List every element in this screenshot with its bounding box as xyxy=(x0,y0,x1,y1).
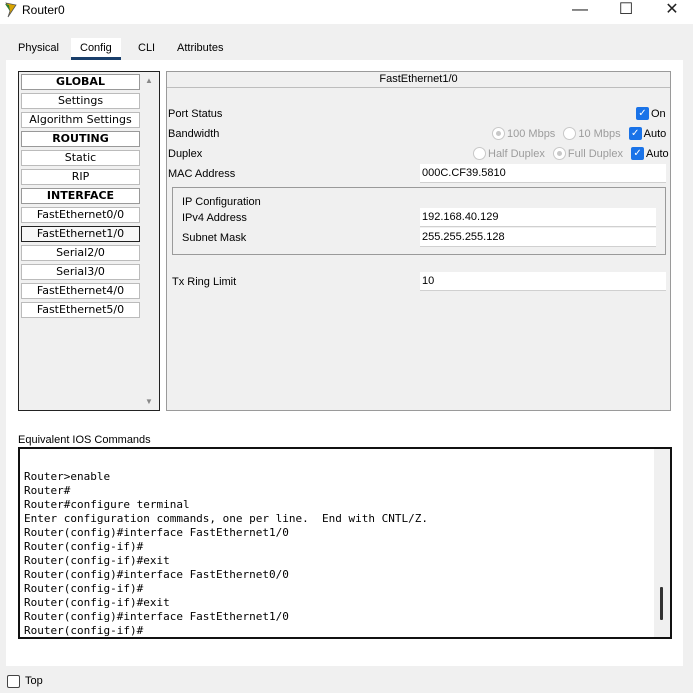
panel-title: FastEthernet1/0 xyxy=(167,72,670,88)
bandwidth-auto-checkbox[interactable]: ✓ xyxy=(628,127,642,140)
ios-commands-label: Equivalent IOS Commands xyxy=(18,434,151,446)
console-line: Router# xyxy=(24,484,71,497)
mac-address-label: MAC Address xyxy=(168,168,236,180)
tab-physical[interactable]: Physical xyxy=(9,38,68,60)
half-duplex-label: Half Duplex xyxy=(488,147,545,160)
ios-commands-console[interactable]: Router>enable Router# Router#configure t… xyxy=(18,447,672,639)
scroll-up-icon[interactable]: ▲ xyxy=(145,76,153,85)
half-duplex-radio[interactable] xyxy=(473,147,486,160)
nav-item-settings[interactable]: Settings xyxy=(21,93,140,109)
title-bar: Router0 — ☐ ✕ xyxy=(0,0,693,24)
port-status-on-label: On xyxy=(651,107,666,120)
subnet-mask-label: Subnet Mask xyxy=(182,232,247,244)
duplex-label: Duplex xyxy=(168,148,203,160)
tx-ring-limit-input[interactable]: 10 xyxy=(420,272,666,291)
ipv4-address-label: IPv4 Address xyxy=(182,212,247,224)
ip-configuration-group: IP Configuration IPv4 Address 192.168.40… xyxy=(172,187,666,255)
console-line: Router>enable xyxy=(24,470,111,483)
nav-scrollbar[interactable]: ▲ ▼ xyxy=(142,72,159,410)
config-content-panel: GLOBAL Settings Algorithm Settings ROUTI… xyxy=(6,60,683,666)
tab-attributes[interactable]: Attributes xyxy=(168,38,232,60)
scroll-down-icon[interactable]: ▼ xyxy=(145,397,153,406)
ipv4-address-input[interactable]: 192.168.40.129 xyxy=(420,208,656,227)
close-button[interactable]: ✕ xyxy=(649,0,693,22)
config-nav-list: GLOBAL Settings Algorithm Settings ROUTI… xyxy=(18,71,160,411)
bandwidth-label: Bandwidth xyxy=(168,128,220,140)
nav-item-fastethernet0-0[interactable]: FastEthernet0/0 xyxy=(21,207,140,223)
top-checkbox[interactable] xyxy=(7,675,20,688)
bandwidth-10-label: 10 Mbps xyxy=(578,127,621,140)
nav-header-global[interactable]: GLOBAL xyxy=(21,74,140,90)
subnet-mask-input[interactable]: 255.255.255.128 xyxy=(420,228,656,247)
bandwidth-100-label: 100 Mbps xyxy=(507,127,556,140)
duplex-auto-checkbox[interactable]: ✓ xyxy=(631,147,645,160)
ip-configuration-title: IP Configuration xyxy=(182,196,261,208)
console-line: Router(config)#interface FastEthernet0/0 xyxy=(24,568,289,581)
bandwidth-controls: 100 Mbps 10 Mbps ✓ Auto xyxy=(492,127,671,140)
nav-item-fastethernet5-0[interactable]: FastEthernet5/0 xyxy=(21,302,140,318)
nav-item-fastethernet4-0[interactable]: FastEthernet4/0 xyxy=(21,283,140,299)
console-scroll-thumb[interactable] xyxy=(660,587,663,620)
console-line: Enter configuration commands, one per li… xyxy=(24,512,428,525)
tab-config[interactable]: Config xyxy=(71,38,121,60)
nav-item-algorithm-settings[interactable]: Algorithm Settings xyxy=(21,112,140,128)
nav-header-interface[interactable]: INTERFACE xyxy=(21,188,140,204)
tx-ring-limit-label: Tx Ring Limit xyxy=(172,276,237,288)
console-line: Router(config-if)# xyxy=(24,624,144,637)
top-label: Top xyxy=(25,675,43,687)
console-line: Router(config)#interface FastEthernet1/0 xyxy=(24,526,289,539)
console-line: Router(config-if)#exit xyxy=(24,554,170,567)
port-status-control: ✓ On xyxy=(636,107,671,120)
full-duplex-label: Full Duplex xyxy=(567,147,623,160)
window-body: Physical Config CLI Attributes GLOBAL Se… xyxy=(0,24,693,693)
tab-cli[interactable]: CLI xyxy=(129,38,164,60)
console-line: Router#configure terminal xyxy=(24,498,190,511)
full-duplex-radio[interactable] xyxy=(552,147,566,160)
bandwidth-auto-label: Auto xyxy=(643,127,667,140)
console-line: Router(config)#interface FastEthernet1/0 xyxy=(24,610,289,623)
nav-item-static[interactable]: Static xyxy=(21,150,140,166)
duplex-controls: Half Duplex Full Duplex ✓ Auto xyxy=(473,147,674,160)
port-status-label: Port Status xyxy=(168,108,223,120)
console-line: Router(config-if)# xyxy=(24,540,144,553)
nav-header-routing[interactable]: ROUTING xyxy=(21,131,140,147)
mac-address-field[interactable]: 000C.CF39.5810 xyxy=(420,164,666,183)
console-scrollbar[interactable] xyxy=(654,449,670,637)
nav-item-serial3-0[interactable]: Serial3/0 xyxy=(21,264,140,280)
router-app-icon xyxy=(4,2,18,18)
maximize-button[interactable]: ☐ xyxy=(603,0,649,22)
interface-settings-panel: FastEthernet1/0 Port Status ✓ On Bandwidt… xyxy=(166,71,671,411)
nav-item-serial2-0[interactable]: Serial2/0 xyxy=(21,245,140,261)
bandwidth-10-radio[interactable] xyxy=(563,127,577,140)
nav-item-rip[interactable]: RIP xyxy=(21,169,140,185)
console-line: Router(config-if)# xyxy=(24,582,144,595)
nav-item-fastethernet1-0[interactable]: FastEthernet1/0 xyxy=(21,226,140,242)
minimize-button[interactable]: — xyxy=(557,0,603,22)
bandwidth-100-radio[interactable] xyxy=(492,127,505,140)
duplex-auto-label: Auto xyxy=(646,147,669,160)
window-title: Router0 xyxy=(22,3,65,17)
console-line: Router(config-if)#exit xyxy=(24,596,170,609)
port-status-checkbox[interactable]: ✓ xyxy=(636,107,649,120)
